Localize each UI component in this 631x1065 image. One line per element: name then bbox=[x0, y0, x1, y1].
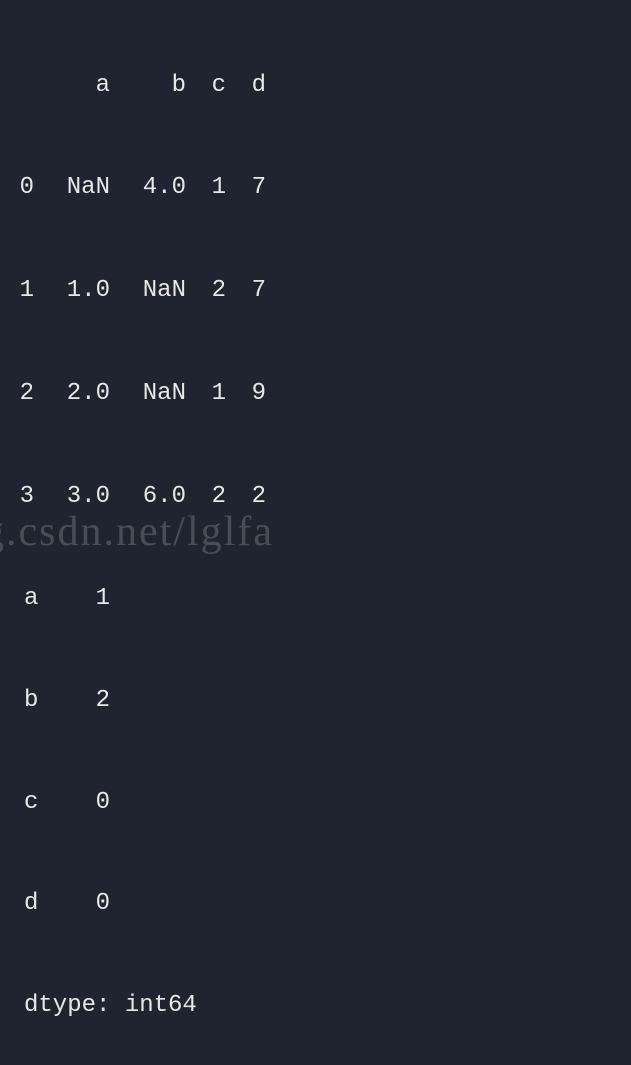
header-b: b bbox=[118, 73, 194, 99]
header-d: d bbox=[234, 73, 274, 99]
cell-c: 2 bbox=[194, 484, 234, 510]
row-index: 0 bbox=[10, 175, 42, 201]
header-a: a bbox=[42, 73, 118, 99]
summary-label: b bbox=[10, 688, 42, 714]
cell-b: 4.0 bbox=[118, 175, 194, 201]
row-index: 2 bbox=[10, 381, 42, 407]
summary-value: 0 bbox=[42, 891, 118, 917]
terminal-output: a b c d 0 NaN 4.0 1 7 1 1.0 NaN 2 7 2 2.… bbox=[0, 0, 631, 1065]
cell-a: NaN bbox=[42, 175, 118, 201]
cell-d: 9 bbox=[234, 381, 274, 407]
table-header-row: a b c d bbox=[10, 61, 621, 111]
row-index: 3 bbox=[10, 484, 42, 510]
summary-value: 0 bbox=[42, 790, 118, 816]
cell-b: NaN bbox=[118, 278, 194, 304]
summary-row: a 1 bbox=[10, 575, 621, 624]
dtype-row: dtype: int64 bbox=[10, 982, 621, 1031]
cell-a: 2.0 bbox=[42, 381, 118, 407]
summary-label: c bbox=[10, 790, 42, 816]
cell-b: NaN bbox=[118, 381, 194, 407]
row-index: 1 bbox=[10, 278, 42, 304]
table-row: 1 1.0 NaN 2 7 bbox=[10, 266, 621, 316]
cell-a: 3.0 bbox=[42, 484, 118, 510]
cell-d: 2 bbox=[234, 484, 274, 510]
table-row: 3 3.0 6.0 2 2 bbox=[10, 472, 621, 522]
cell-c: 1 bbox=[194, 175, 234, 201]
summary-label: a bbox=[10, 586, 42, 612]
summary-row: b 2 bbox=[10, 676, 621, 725]
summary-row: d 0 bbox=[10, 880, 621, 929]
cell-b: 6.0 bbox=[118, 484, 194, 510]
cell-d: 7 bbox=[234, 175, 274, 201]
summary-row: c 0 bbox=[10, 778, 621, 827]
dtype-text: dtype: int64 bbox=[24, 993, 197, 1019]
summary-value: 2 bbox=[42, 688, 118, 714]
cell-d: 7 bbox=[234, 278, 274, 304]
cell-a: 1.0 bbox=[42, 278, 118, 304]
summary-value: 1 bbox=[42, 586, 118, 612]
table-row: 2 2.0 NaN 1 9 bbox=[10, 369, 621, 419]
header-c: c bbox=[194, 73, 234, 99]
cell-c: 1 bbox=[194, 381, 234, 407]
table-row: 0 NaN 4.0 1 7 bbox=[10, 164, 621, 214]
cell-c: 2 bbox=[194, 278, 234, 304]
summary-label: d bbox=[10, 891, 42, 917]
